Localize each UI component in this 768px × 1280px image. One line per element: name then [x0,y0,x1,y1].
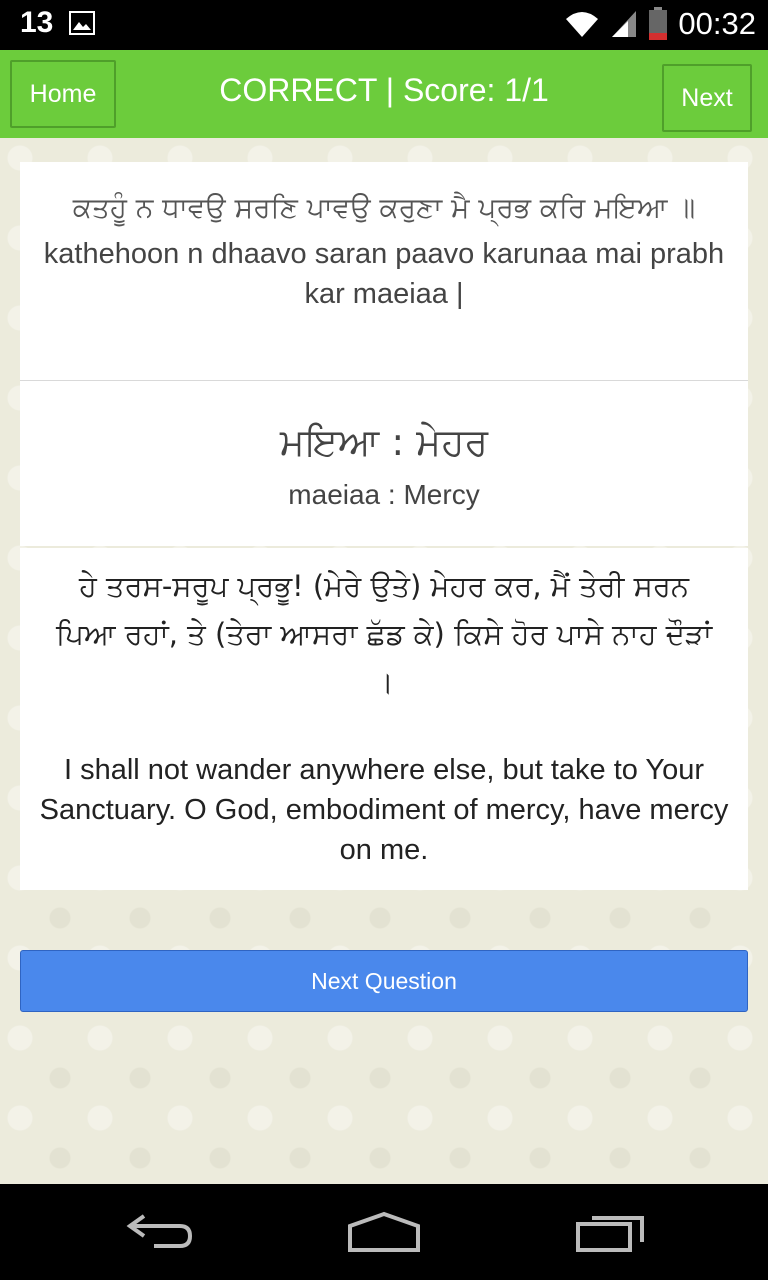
verse-transliteration: kathehoon n dhaavo saran paavo karunaa m… [43,238,725,310]
word-transliteration: maeiaa : Mercy [288,479,480,510]
notification-count: 13 [20,6,54,39]
image-icon [69,11,96,35]
verse-gurmukhi: ਕਤਹੂੰ ਨ ਧਾਵਉ ਸਰਣਿ ਪਾਵਉ ਕਰੁਣਾ ਮੈ ਪ੍ਰਭ ਕਰਿ… [72,191,696,224]
battery-icon [649,7,668,40]
navigation-bar [0,1184,768,1280]
meaning-english: I shall not wander anywhere else, but ta… [39,754,729,866]
home-icon[interactable] [346,1210,422,1254]
word-gurmukhi: ਮਇਆ : ਮੇਹਰ [279,420,489,464]
meaning-card: ਹੇ ਤਰਸ-ਸਰੂਪ ਪ੍ਰਭੂ! (ਮੇਰੇ ਉਤੇ) ਮੇਹਰ ਕਰ, ਮ… [20,548,748,890]
score-title: CORRECT | Score: 1/1 [219,72,549,108]
next-question-button[interactable]: Next Question [20,950,748,1012]
signal-icon [612,11,637,37]
status-bar: 13 00:32 [0,0,768,50]
clock: 00:32 [678,6,756,41]
word-card: ਮਇਆ : ਮੇਹਰ maeiaa : Mercy [20,380,748,546]
meaning-gurmukhi: ਹੇ ਤਰਸ-ਸਰੂਪ ਪ੍ਰਭੂ! (ਮੇਰੇ ਉਤੇ) ਮੇਹਰ ਕਰ, ਮ… [55,569,713,699]
action-bar: Home CORRECT | Score: 1/1 Next [0,50,768,138]
back-icon[interactable] [124,1210,196,1250]
home-button[interactable]: Home [10,60,116,128]
verse-card: ਕਤਹੂੰ ਨ ਧਾਵਉ ਸਰਣਿ ਪਾਵਉ ਕਰੁਣਾ ਮੈ ਪ੍ਰਭ ਕਰਿ… [20,162,748,380]
wifi-icon [566,12,599,37]
content-area: ਕਤਹੂੰ ਨ ਧਾਵਉ ਸਰਣਿ ਪਾਵਉ ਕਰੁਣਾ ਮੈ ਪ੍ਰਭ ਕਰਿ… [0,138,768,1184]
next-button[interactable]: Next [662,64,752,132]
recents-icon[interactable] [574,1210,646,1254]
